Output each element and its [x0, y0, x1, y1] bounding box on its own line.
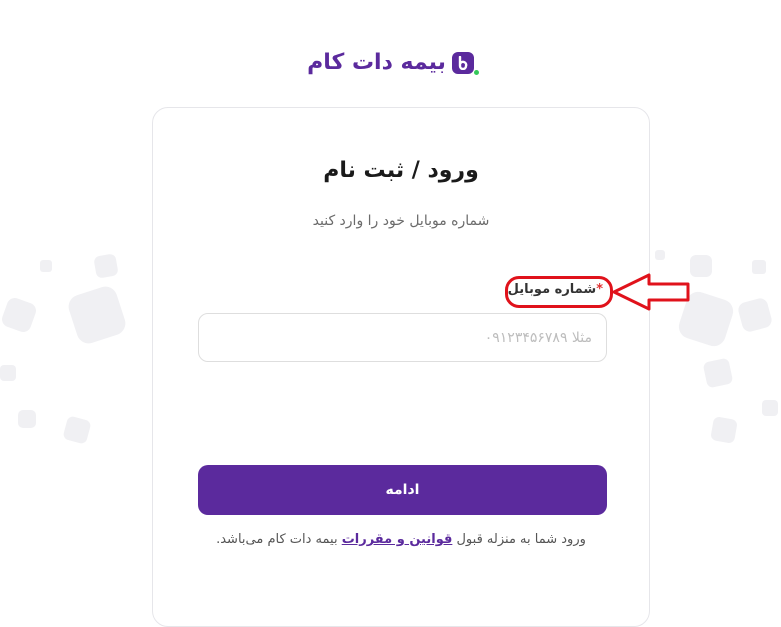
annotation-highlight	[505, 276, 613, 308]
login-card: ورود / ثبت نام شماره موبایل خود را وارد …	[152, 107, 690, 627]
mobile-input[interactable]	[198, 313, 607, 362]
terms-notice: ورود شما به منزله قبول قوانین و مقررات ب…	[153, 532, 649, 547]
terms-prefix: ورود شما به منزله قبول	[452, 532, 586, 547]
annotation-arrow-icon	[612, 273, 690, 311]
brand-logo: بیمه دات کام	[0, 50, 781, 75]
terms-link[interactable]: قوانین و مقررات	[342, 532, 453, 547]
page-subtitle: شماره موبایل خود را وارد کنید	[312, 213, 490, 229]
logo-glyph-icon	[458, 55, 468, 70]
logo-mark-icon	[451, 51, 479, 75]
brand-name: بیمه دات کام	[307, 50, 447, 75]
terms-suffix: بیمه دات کام می‌باشد.	[216, 532, 342, 547]
continue-button[interactable]: ادامه	[198, 465, 607, 515]
page-title: ورود / ثبت نام	[323, 158, 479, 183]
